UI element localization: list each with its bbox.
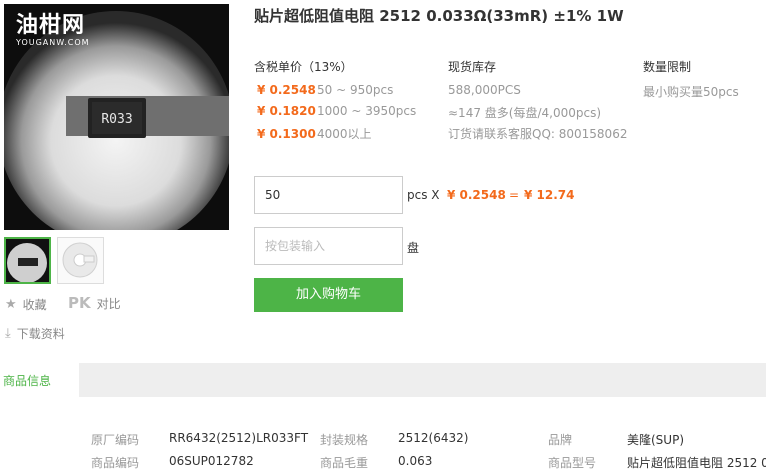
tab-product-info[interactable]: 商品信息 <box>0 363 79 397</box>
min-order: 最小购买量50pcs <box>643 85 739 99</box>
stock-contact: 订货请联系客服QQ: 800158062 <box>448 127 628 141</box>
thumbnail-reel-photo <box>58 238 103 283</box>
thumbnail-2[interactable] <box>57 237 104 284</box>
info-label-model: 商品型号 <box>548 456 597 469</box>
quantity-input[interactable] <box>254 176 403 214</box>
price-tier-2: ¥ 0.18201000 ~ 3950pcs <box>257 104 417 118</box>
add-to-cart-button[interactable]: 加入购物车 <box>254 278 403 312</box>
info-label-brand: 品牌 <box>548 433 573 447</box>
price-header: 含税单价（13%） <box>254 60 353 74</box>
pack-unit-label: 盘 <box>407 241 420 255</box>
site-logo: 油柑网 YOUGANW.COM <box>16 13 90 48</box>
calc-total-price: ¥ 12.74 <box>524 188 575 202</box>
info-value-product-code: 06SUP012782 <box>169 454 254 468</box>
calc-equals: = <box>509 188 520 202</box>
star-icon: ★ <box>5 297 17 312</box>
info-label-package: 封装规格 <box>320 433 369 447</box>
info-label-mfr-code: 原厂编码 <box>91 433 140 447</box>
stock-header: 现货库存 <box>448 60 497 74</box>
stock-count: 588,000PCS <box>448 83 521 97</box>
thumbnail-1[interactable] <box>4 237 51 284</box>
tab-bar <box>0 363 766 397</box>
favorite-button[interactable]: ★ 收藏 <box>5 296 47 313</box>
price-tier-3: ¥ 0.13004000以上 <box>257 127 372 141</box>
calc-unit-price: ¥ 0.2548 <box>447 188 506 202</box>
info-value-brand: 美隆(SUP) <box>627 433 685 447</box>
info-label-weight: 商品毛重 <box>320 456 369 469</box>
limit-header: 数量限制 <box>643 60 692 74</box>
info-label-product-code: 商品编码 <box>91 456 140 469</box>
pack-quantity-input[interactable] <box>254 227 403 265</box>
product-main-image: R033 油柑网 YOUGANW.COM <box>4 4 229 230</box>
info-value-model: 贴片超低阻值电阻 2512 0. <box>627 456 766 469</box>
info-value-package: 2512(6432) <box>398 431 469 445</box>
download-datasheet-link[interactable]: ⤓ 下载资料 <box>5 325 65 342</box>
pk-icon: PK <box>68 294 91 312</box>
product-title: 贴片超低阻值电阻 2512 0.033Ω(33mR) ±1% 1W <box>254 7 624 25</box>
calc-unit-label: pcs X <box>407 188 440 202</box>
download-icon: ⤓ <box>5 326 11 341</box>
info-value-weight: 0.063 <box>398 454 433 468</box>
price-tier-1: ¥ 0.254850 ~ 950pcs <box>257 83 394 97</box>
stock-reels: ≈147 盘多(每盘/4,000pcs) <box>448 106 602 120</box>
resistor-marking: R033 <box>101 112 132 127</box>
info-value-mfr-code: RR6432(2512)LR033FT <box>169 431 309 445</box>
thumbnail-photo <box>6 239 49 282</box>
compare-button[interactable]: PK 对比 <box>68 294 121 312</box>
